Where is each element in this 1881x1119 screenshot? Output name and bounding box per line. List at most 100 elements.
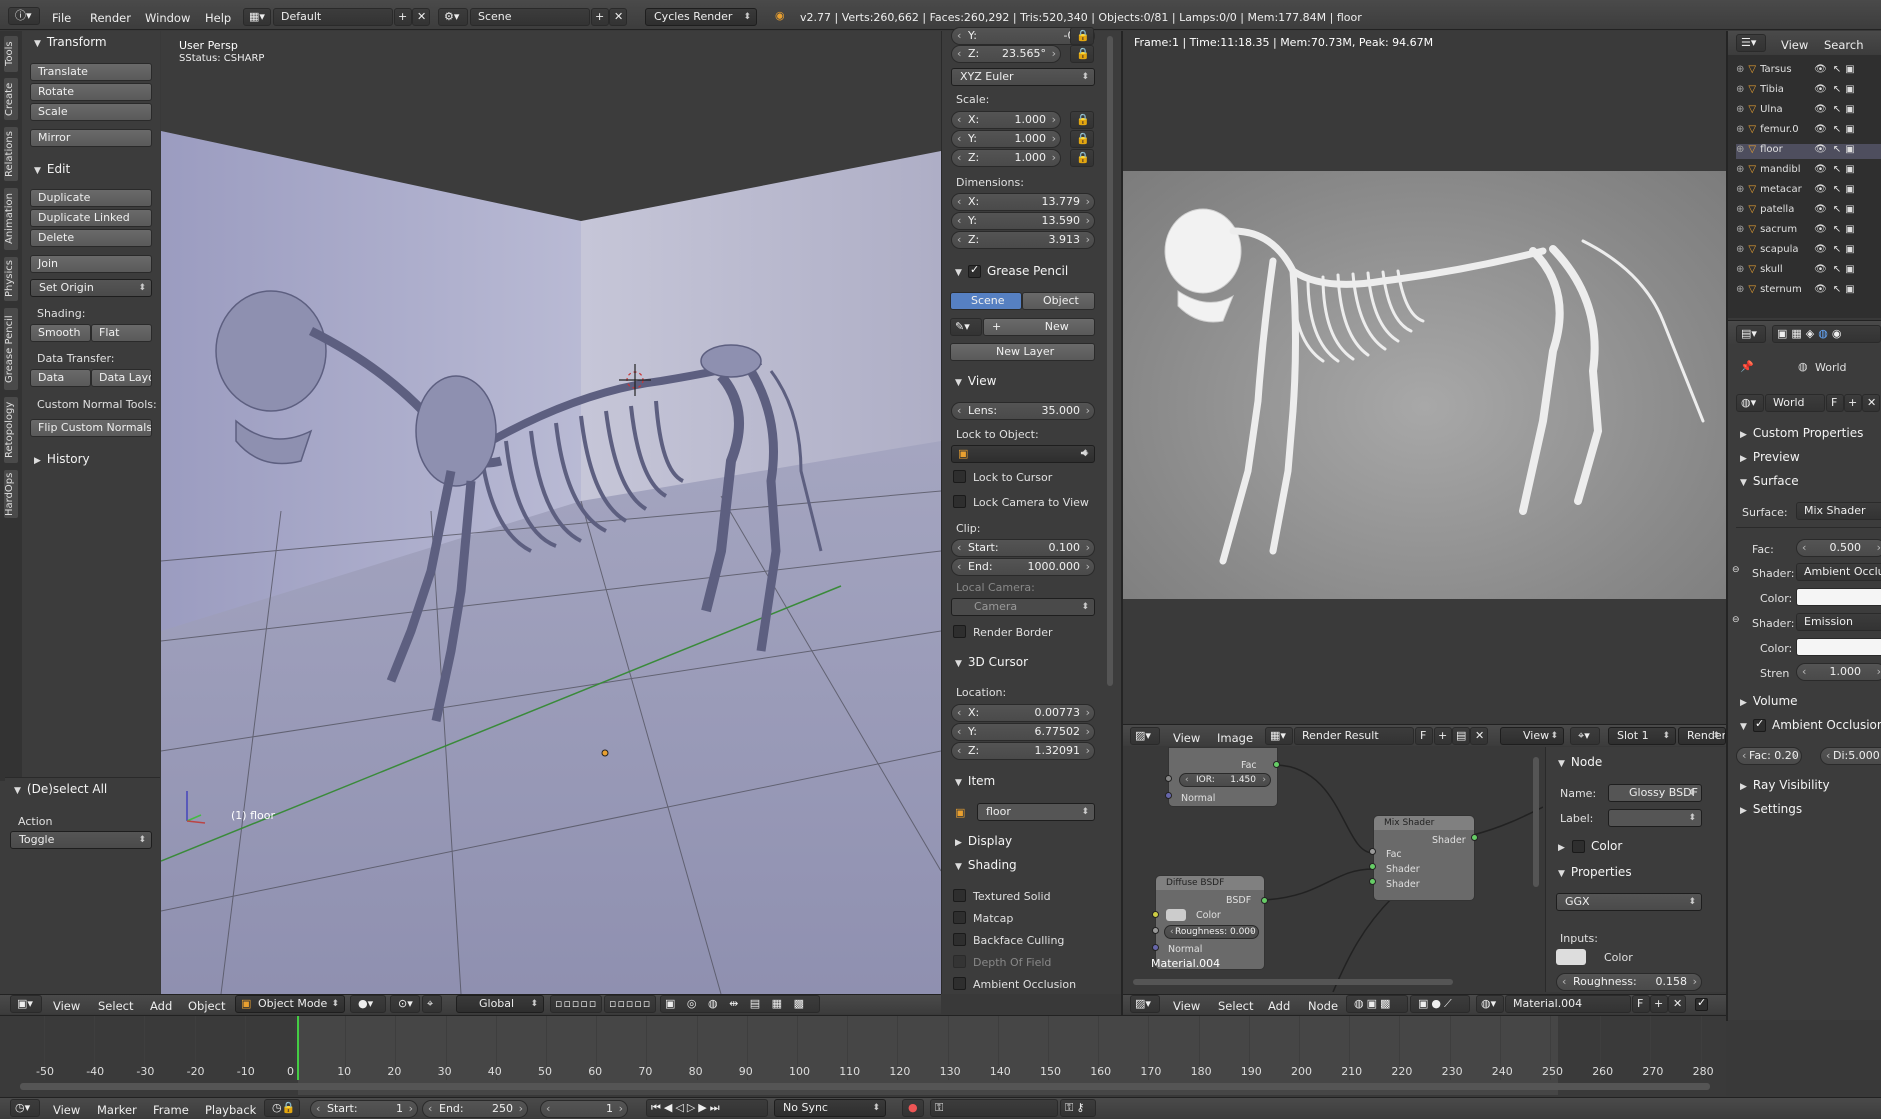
snap-icons[interactable]: ▣ ◎ ◍ ⇹ ▤ ▦ ▩ — [660, 995, 820, 1013]
image-name-field[interactable]: Render Result — [1294, 727, 1414, 745]
layout-remove-button[interactable]: ✕ — [412, 8, 430, 26]
mix-shader1-socket[interactable] — [1369, 863, 1376, 870]
select-arrow-icon[interactable]: ↖ — [1833, 144, 1841, 155]
shader2-link-icon[interactable]: ⊖ — [1732, 615, 1740, 625]
mix-fac-socket[interactable] — [1369, 848, 1376, 855]
slot-select[interactable]: Slot 1 — [1608, 727, 1676, 745]
outliner-type-button[interactable]: ☰▾ — [1736, 34, 1766, 52]
shader1-link-icon[interactable]: ⊖ — [1732, 565, 1740, 575]
pivot-button[interactable]: ⊙▾ — [390, 995, 420, 1013]
3d-cursor-header[interactable]: ▼ 3D Cursor — [955, 655, 1028, 669]
scale-y-lock[interactable]: 🔒 — [1070, 130, 1094, 148]
viewport-shading-button[interactable]: ●▾ — [350, 995, 386, 1013]
scene-select[interactable]: Scene — [470, 8, 590, 26]
node-name-field[interactable]: Glossy BSDF — [1608, 784, 1702, 802]
image-browse-button[interactable]: ▦▾ — [1265, 727, 1293, 745]
viewport-menu-view[interactable]: View — [53, 999, 80, 1013]
node-menu-view[interactable]: View — [1173, 999, 1200, 1013]
fac-field[interactable]: 0.500 — [1796, 539, 1881, 557]
properties-context-tabs[interactable]: ▣▦◈◍◉ — [1772, 325, 1881, 343]
outliner-item[interactable]: ⊕ ▽ patella 👁 ↖ ▣ — [1736, 204, 1881, 219]
color2-swatch[interactable] — [1796, 638, 1881, 656]
scene-icon[interactable]: ⚙▾ — [438, 8, 468, 26]
preview-header[interactable]: ▶ Preview — [1740, 450, 1800, 464]
timeline-editor-type-button[interactable]: ◷▾ — [10, 1099, 40, 1117]
expand-icon[interactable]: ⊕ — [1736, 104, 1744, 115]
ray-visibility-header[interactable]: ▶ Ray Visibility — [1740, 778, 1830, 792]
smooth-button[interactable]: Smooth — [30, 324, 91, 342]
strength-field[interactable]: 1.000 — [1796, 663, 1881, 681]
outliner-item[interactable]: ⊕ ▽ Ulna 👁 ↖ ▣ — [1736, 104, 1881, 119]
set-origin-select[interactable]: Set Origin — [30, 279, 152, 297]
image-view-select[interactable]: View — [1500, 727, 1564, 745]
render-camera-icon[interactable]: ▣ — [1845, 204, 1854, 215]
node-tree-type-buttons[interactable]: ◍▣▩ — [1346, 995, 1408, 1013]
duplicate-linked-button[interactable]: Duplicate Linked — [30, 209, 152, 227]
current-frame-line[interactable] — [297, 1016, 299, 1080]
image-pivot-button[interactable]: ⌖▾ — [1570, 727, 1600, 745]
surface-select[interactable]: Mix Shader — [1796, 502, 1881, 520]
visibility-eye-icon[interactable]: 👁 — [1814, 124, 1827, 135]
node-scrollbar-h[interactable] — [1133, 979, 1453, 985]
scale-x-lock[interactable]: 🔒 — [1070, 111, 1094, 129]
display-panel-header[interactable]: ▶ Display — [955, 834, 1012, 848]
select-arrow-icon[interactable]: ↖ — [1833, 104, 1841, 115]
outliner-item[interactable]: ⊕ ▽ mandibl 👁 ↖ ▣ — [1736, 164, 1881, 179]
tab-relations[interactable]: Relations — [4, 127, 18, 181]
delete-button[interactable]: Delete — [30, 229, 152, 247]
editor-type-button[interactable]: ▣▾ — [10, 995, 42, 1013]
outliner-menu-view[interactable]: View — [1781, 38, 1808, 52]
volume-header[interactable]: ▶ Volume — [1740, 694, 1798, 708]
gp-scene-button[interactable]: Scene — [950, 292, 1022, 310]
node-menu-select[interactable]: Select — [1218, 999, 1253, 1013]
cursor-x-field[interactable]: X:0.00773 — [951, 704, 1095, 722]
manipulator-button[interactable]: ⌖ — [422, 995, 442, 1013]
use-nodes-checkbox[interactable] — [1695, 996, 1708, 1011]
render-camera-icon[interactable]: ▣ — [1845, 224, 1854, 235]
material-browse-button[interactable]: ◍▾ — [1476, 995, 1504, 1013]
render-camera-icon[interactable]: ▣ — [1845, 84, 1854, 95]
ao-header[interactable]: ▼ — [1740, 718, 1753, 732]
rotation-z-field[interactable]: Z:23.565° — [951, 45, 1061, 63]
lens-field[interactable]: Lens:35.000 — [951, 402, 1095, 420]
dim-z-field[interactable]: Z:3.913 — [951, 231, 1095, 249]
mirror-button[interactable]: Mirror — [30, 129, 152, 147]
keyframe-insert-buttons[interactable]: ⚿⚷ — [1060, 1099, 1096, 1117]
image-new-button[interactable]: + — [1434, 727, 1452, 745]
node-label-field[interactable] — [1608, 809, 1702, 827]
render-camera-icon[interactable]: ▣ — [1845, 264, 1854, 275]
rotate-button[interactable]: Rotate — [30, 83, 152, 101]
tab-hardops[interactable]: HardOps — [4, 470, 18, 518]
end-frame-field[interactable]: End:250 — [422, 1100, 528, 1118]
timeline-scrollbar[interactable] — [20, 1083, 1710, 1090]
layers-grid-2[interactable]: ▫▫▫▫▫ — [604, 995, 656, 1013]
expand-icon[interactable]: ⊕ — [1736, 64, 1744, 75]
view-panel-header[interactable]: ▼ View — [955, 374, 996, 388]
ao-factor-field[interactable]: Fac: 0.20 — [1736, 747, 1802, 765]
render-camera-icon[interactable]: ▣ — [1845, 184, 1854, 195]
material-fake-user-button[interactable]: F — [1632, 995, 1650, 1013]
preview-range-button[interactable]: ◷🔒 — [264, 1099, 300, 1117]
shader2-select[interactable]: Emission — [1796, 613, 1881, 631]
shading-panel-header[interactable]: ▼ Shading — [955, 858, 1017, 872]
select-arrow-icon[interactable]: ↖ — [1833, 164, 1841, 175]
render-camera-icon[interactable]: ▣ — [1845, 124, 1854, 135]
timeline-menu-view[interactable]: View — [53, 1103, 80, 1117]
grease-pencil-header[interactable]: ▼ — [955, 264, 968, 278]
rotation-y-lock[interactable]: 🔒 — [1070, 27, 1094, 45]
ao-enable-checkbox[interactable] — [1753, 717, 1766, 732]
expand-icon[interactable]: ⊕ — [1736, 204, 1744, 215]
gp-new-layer-button[interactable]: New Layer — [950, 343, 1095, 361]
glossy-normal-socket[interactable] — [1165, 792, 1172, 799]
tab-create[interactable]: Create — [4, 78, 18, 120]
info-editor-type-button[interactable]: ⓘ▾ — [8, 7, 40, 25]
material-unlink-button[interactable]: ✕ — [1668, 995, 1686, 1013]
select-arrow-icon[interactable]: ↖ — [1833, 84, 1841, 95]
image-editor-type-button[interactable]: ▨▾ — [1130, 727, 1160, 745]
item-panel-header[interactable]: ▼ Item — [955, 774, 995, 788]
scale-button[interactable]: Scale — [30, 103, 152, 121]
expand-icon[interactable]: ⊕ — [1736, 244, 1744, 255]
render-border-checkbox[interactable] — [953, 625, 966, 638]
select-arrow-icon[interactable]: ↖ — [1833, 264, 1841, 275]
outliner-item[interactable]: ⊕ ▽ sternum 👁 ↖ ▣ — [1736, 284, 1881, 299]
